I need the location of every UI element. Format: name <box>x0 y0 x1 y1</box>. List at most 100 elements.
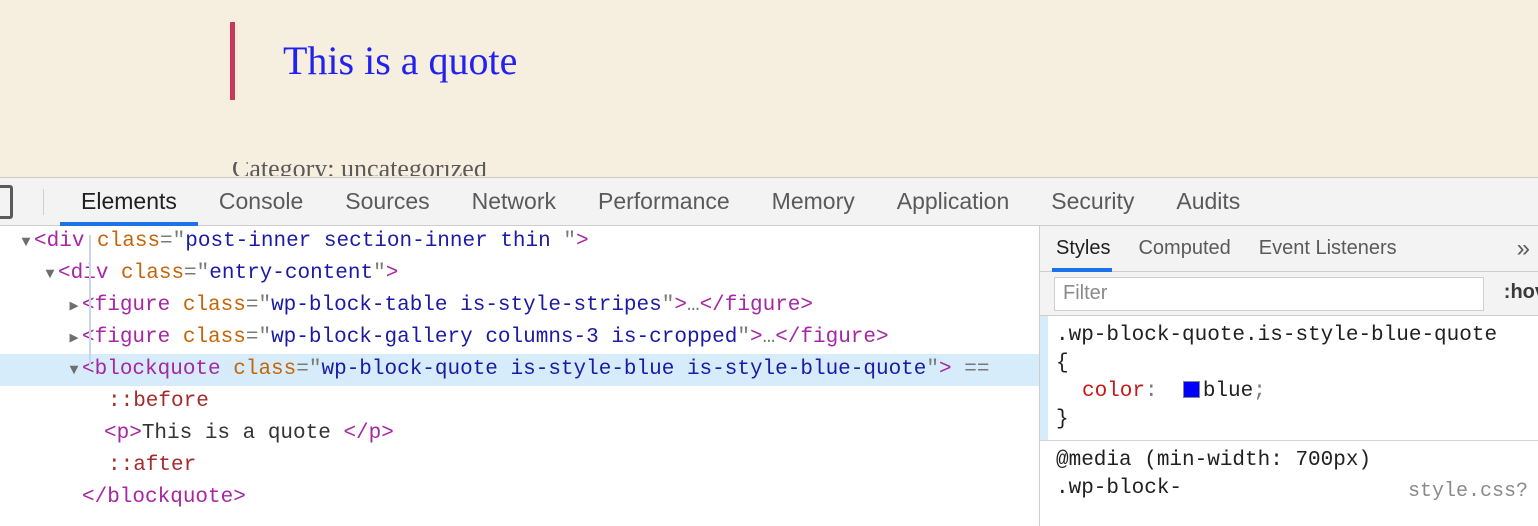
dom-attr-quote: " <box>373 262 386 285</box>
page-viewport: This is a quote Category: uncategorized <box>0 0 1538 177</box>
tab-elements[interactable]: Elements <box>60 178 198 225</box>
blockquote-element: This is a quote <box>230 22 517 100</box>
dom-attr-eq: =" <box>160 230 185 253</box>
dom-row-blockquote-selected[interactable]: ▼<blockquote class="wp-block-quote is-st… <box>0 354 1039 386</box>
dom-selected-marker: == <box>964 358 989 381</box>
dom-ellipsis[interactable]: … <box>687 294 700 317</box>
dom-row-paragraph[interactable]: <p>This is a quote </p> <box>0 418 1039 450</box>
css-property-value[interactable]: blue <box>1203 380 1253 403</box>
tab-memory[interactable]: Memory <box>751 178 876 225</box>
dom-row-pseudo-after[interactable]: ::after <box>0 450 1039 482</box>
styles-filter-input[interactable] <box>1054 277 1484 311</box>
dom-attr-eq: =" <box>184 262 209 285</box>
dom-row-div-entry-content[interactable]: ▼<div class="entry-content"> <box>0 258 1039 290</box>
twisty-open-icon[interactable]: ▼ <box>66 355 82 387</box>
twisty-closed-icon[interactable]: ▶ <box>66 291 82 323</box>
dom-tag-name: blockquote <box>95 358 221 381</box>
css-media-block: @media (min-width: 700px) .wp-block- sty… <box>1040 441 1538 503</box>
dom-attr-value: entry-content <box>209 262 373 285</box>
dom-row-pseudo-before[interactable]: ::before <box>0 386 1039 418</box>
dom-p-open-tag: <p> <box>104 422 142 445</box>
devtools-panel: Elements Console Sources Network Perform… <box>0 177 1538 526</box>
css-media-query: @media (min-width: 700px) <box>1056 447 1538 475</box>
tab-audits-label: Audits <box>1176 188 1240 215</box>
dom-close-bracket: > <box>386 262 399 285</box>
tab-audits[interactable]: Audits <box>1155 178 1261 225</box>
dom-blockquote-end-tag: </blockquote> <box>82 486 246 509</box>
tab-network[interactable]: Network <box>451 178 577 225</box>
css-selector-line[interactable]: .wp-block-quote.is-style-blue-quote <box>1056 322 1538 350</box>
tab-computed[interactable]: Computed <box>1124 226 1244 271</box>
css-selector[interactable]: .wp-block-quote.is-style-blue-quote <box>1056 324 1497 347</box>
styles-tab-bar: Styles Computed Event Listeners » <box>1040 226 1538 272</box>
page-clipped-text: Category: uncategorized <box>232 162 487 176</box>
tab-memory-label: Memory <box>772 188 855 215</box>
twisty-closed-icon[interactable]: ▶ <box>66 323 82 355</box>
css-close-brace: } <box>1056 406 1538 434</box>
dom-end-tag: </figure> <box>775 326 888 349</box>
twisty-open-icon[interactable]: ▼ <box>42 259 58 291</box>
tab-event-listeners-label: Event Listeners <box>1259 237 1397 260</box>
dom-close-bracket: > <box>750 326 763 349</box>
quote-text: This is a quote <box>283 39 517 83</box>
color-swatch-icon[interactable] <box>1183 381 1200 398</box>
dom-tree-scroll: class="post-inner sect ▼<div class="post… <box>0 226 1039 514</box>
tab-security[interactable]: Security <box>1030 178 1155 225</box>
tab-console-label: Console <box>219 188 303 215</box>
dom-attr-quote: " <box>662 294 675 317</box>
css-open-brace: { <box>1056 350 1538 378</box>
dom-indent-guide <box>89 235 91 365</box>
toolbar-left-icons <box>0 178 13 225</box>
css-rule-blue-quote[interactable]: .wp-block-quote.is-style-blue-quote { co… <box>1040 316 1538 441</box>
tab-event-listeners[interactable]: Event Listeners <box>1245 226 1411 271</box>
dom-attr-eq: =" <box>246 326 271 349</box>
css-property-name[interactable]: color <box>1082 380 1145 403</box>
toolbar-divider <box>43 189 44 215</box>
dom-row-blockquote-close: </blockquote> <box>0 482 1039 514</box>
tab-styles-label: Styles <box>1056 237 1110 260</box>
dom-attr-value: wp-block-quote is-style-blue is-style-bl… <box>321 358 926 381</box>
more-tabs-chevron-icon[interactable]: » <box>1511 226 1536 272</box>
dom-tag-name: figure <box>95 294 171 317</box>
device-toolbar-icon[interactable] <box>0 185 13 219</box>
dom-attr-quote: " <box>926 358 939 381</box>
twisty-open-icon[interactable]: ▼ <box>18 227 34 259</box>
dom-attr-quote: " <box>737 326 750 349</box>
devtools-toolbar: Elements Console Sources Network Perform… <box>0 178 1538 226</box>
dom-p-text: This is a quote <box>142 422 344 445</box>
dom-open-bracket: < <box>34 230 47 253</box>
dom-attr-value: wp-block-gallery columns-3 is-cropped <box>271 326 737 349</box>
css-declaration-color[interactable]: color: blue; <box>1056 378 1538 406</box>
dom-ellipsis[interactable]: … <box>763 326 776 349</box>
tab-computed-label: Computed <box>1138 237 1230 260</box>
dom-row-div-post-inner[interactable]: ▼<div class="post-inner section-inner th… <box>0 226 1039 258</box>
tab-console[interactable]: Console <box>198 178 324 225</box>
dom-close-bracket: > <box>576 230 589 253</box>
dom-end-tag: </figure> <box>700 294 813 317</box>
dom-attr-name: class <box>233 358 296 381</box>
tab-elements-label: Elements <box>81 188 177 215</box>
css-rules-area: .wp-block-quote.is-style-blue-quote { co… <box>1040 316 1538 503</box>
dom-row-figure-table[interactable]: ▶<figure class="wp-block-table is-style-… <box>0 290 1039 322</box>
hov-state-button[interactable]: :hov <box>1504 281 1538 304</box>
tab-sources[interactable]: Sources <box>324 178 450 225</box>
dom-attr-eq: =" <box>296 358 321 381</box>
dom-attr-eq: =" <box>246 294 271 317</box>
dom-attr-name: class <box>121 262 184 285</box>
tab-styles[interactable]: Styles <box>1040 226 1124 271</box>
css-rule-selected-marker <box>1040 316 1048 440</box>
dom-tree-pane[interactable]: class="post-inner sect ▼<div class="post… <box>0 226 1040 526</box>
tab-application-label: Application <box>897 188 1010 215</box>
tab-performance[interactable]: Performance <box>577 178 751 225</box>
dom-attr-name: class <box>183 326 246 349</box>
tab-security-label: Security <box>1051 188 1134 215</box>
dom-attr-name: class <box>97 230 160 253</box>
styles-filter-bar: :hov <box>1040 272 1538 316</box>
dom-row-figure-gallery[interactable]: ▶<figure class="wp-block-gallery columns… <box>0 322 1039 354</box>
dom-attr-quote: " <box>563 230 576 253</box>
styles-pane: Styles Computed Event Listeners » :hov .… <box>1040 226 1538 526</box>
tab-application[interactable]: Application <box>876 178 1031 225</box>
css-source-link[interactable]: style.css? <box>1408 480 1528 503</box>
dom-p-end-tag: </p> <box>343 422 393 445</box>
tab-sources-label: Sources <box>345 188 429 215</box>
